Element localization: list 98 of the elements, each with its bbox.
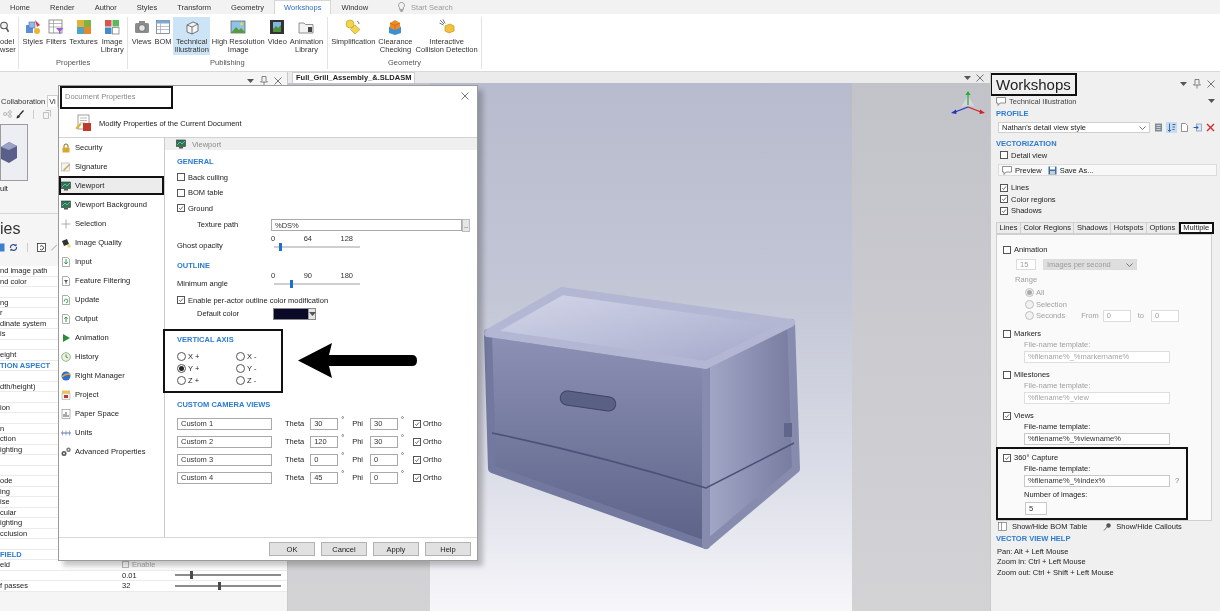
model-thumbnail[interactable] [0,124,28,181]
radio-button[interactable] [177,351,186,361]
circle-diamond-icon [345,19,362,35]
close-icon[interactable] [461,92,469,100]
magnifier-icon [0,21,9,33]
tool-button[interactable] [1205,122,1216,133]
tool-button[interactable] [1179,122,1190,133]
axis-triad-icon [951,91,985,117]
globe-icon [61,370,71,381]
clock-icon [61,351,71,362]
slider-thumb[interactable] [289,280,293,288]
checkbox[interactable] [1003,411,1011,420]
tool-button[interactable] [1192,122,1203,133]
texture-icon [75,19,92,35]
box-outline-icon [183,19,200,35]
checkbox[interactable] [413,437,422,446]
slider-thumb[interactable] [218,581,221,590]
gears-icon [61,446,71,457]
checkbox[interactable] [1003,245,1011,254]
radio-button[interactable] [177,375,186,385]
dropdown-icon[interactable] [964,75,971,80]
sort-icon [1167,123,1176,132]
speech-bubble-icon [996,96,1006,106]
color-picker[interactable] [273,308,316,320]
lightbulb-icon [398,2,406,12]
monitor-icon [176,139,186,149]
reset-icon[interactable] [37,242,46,252]
list-icon [1154,123,1163,132]
dropdown-icon[interactable] [1180,82,1187,86]
radio-button[interactable] [177,363,186,373]
panel-title: Workshops [991,72,1077,96]
lock-icon [61,142,71,153]
document-arrow-icon [61,313,71,324]
radio-button[interactable] [1025,299,1034,309]
radio-button[interactable] [1025,288,1034,298]
radio-button[interactable] [236,351,245,361]
cubes-icon [387,19,404,35]
dropdown-icon [308,312,316,316]
document-funnel-icon [61,275,71,286]
caret-icon [1126,262,1133,267]
shapes-icon [24,19,41,35]
ruler-icon [61,429,71,436]
page-icon [1180,123,1189,132]
caret-icon [1139,125,1146,130]
pin-icon[interactable] [260,76,268,86]
folder-icon [298,19,315,35]
checkbox[interactable] [1003,329,1011,338]
document-icon [75,114,92,132]
pin-icon[interactable] [1193,79,1201,89]
flashlight-icon [61,237,71,248]
checkbox[interactable] [413,473,422,482]
document-arrow-icon [61,256,71,267]
table-icon [155,19,172,35]
close-icon[interactable] [1207,80,1215,88]
table-funnel-icon [48,19,65,35]
monitor-icon [61,199,71,210]
film-icon [269,19,286,35]
tool-button[interactable] [1153,122,1164,133]
slider-thumb[interactable] [279,242,283,251]
checkbox[interactable] [1000,195,1008,204]
landscape-icon [230,19,247,35]
slider-thumb[interactable] [190,571,194,580]
close-icon[interactable] [976,73,984,82]
checkbox[interactable] [1003,453,1011,462]
import-icon [1193,123,1202,132]
checkbox[interactable] [1000,183,1008,192]
checkbox[interactable] [413,455,422,464]
pen-icon [61,161,71,172]
checkbox[interactable] [177,173,185,181]
checkbox[interactable] [177,204,185,212]
radio-button[interactable] [236,375,245,385]
dropdown-icon [1208,99,1215,103]
checkbox[interactable] [1000,151,1008,159]
chart-icon [61,408,71,419]
checkbox[interactable] [1003,370,1011,379]
document-refresh-icon [61,294,71,305]
spark-cube-icon [438,19,455,35]
brush-icon[interactable] [16,109,24,119]
refresh-icon[interactable] [9,242,18,252]
image-grid-icon [104,19,121,35]
panel-title: ies [0,220,21,238]
marker-icon [1103,522,1112,531]
panel-icon[interactable] [0,242,5,252]
monitor-icon [61,180,71,191]
radio-button[interactable] [1025,311,1034,321]
checkbox[interactable] [177,296,185,304]
package-icon [61,389,71,400]
plus-icon [61,218,71,229]
dropdown-icon[interactable] [247,79,254,83]
close-icon[interactable] [274,77,282,85]
checkbox[interactable] [1000,206,1008,215]
play-icon [61,332,71,343]
cross-icon [1206,123,1215,132]
tool-button[interactable] [1166,122,1177,133]
camera-icon [133,19,150,35]
checkbox[interactable] [177,188,185,197]
radio-button[interactable] [236,363,245,373]
checkbox[interactable] [413,419,422,428]
